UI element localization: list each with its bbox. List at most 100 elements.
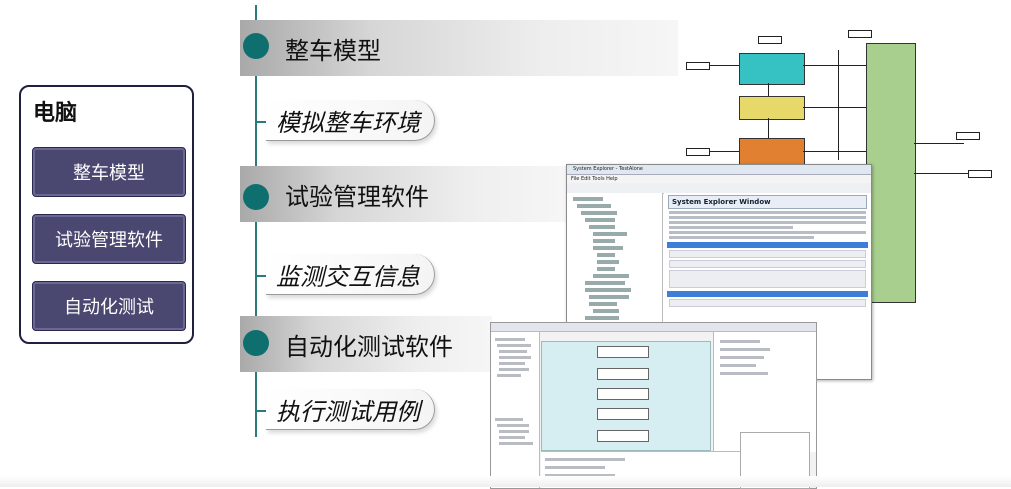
property-row	[720, 356, 764, 359]
tree-item[interactable]	[597, 267, 615, 271]
signal-tag	[758, 36, 782, 44]
signal-line	[803, 151, 866, 152]
signal-line	[768, 83, 769, 96]
signal-line	[708, 65, 739, 66]
text-line	[669, 231, 866, 234]
tree-item[interactable]	[593, 246, 623, 250]
stage-band-1: 整车模型	[240, 20, 678, 76]
output-line	[545, 458, 625, 461]
subtitle-connector-3	[256, 410, 266, 412]
sequence-block[interactable]	[597, 430, 649, 442]
stage-marker-2	[243, 184, 269, 210]
signal-line	[838, 50, 839, 160]
tree-item[interactable]	[581, 211, 617, 215]
stage-title-2: 试验管理软件	[285, 183, 429, 211]
signal-tag	[686, 62, 710, 70]
tree-item[interactable]	[497, 424, 529, 427]
stage-title-3: 自动化测试软件	[285, 333, 453, 361]
tree-item[interactable]	[499, 350, 527, 353]
form-field[interactable]	[669, 270, 866, 288]
subtitle-connector-1	[256, 121, 266, 123]
form-field[interactable]	[669, 250, 866, 258]
sequence-canvas[interactable]	[541, 341, 711, 451]
tree-item[interactable]	[499, 436, 525, 439]
property-row	[720, 364, 756, 367]
sequence-block[interactable]	[597, 388, 649, 400]
text-line	[669, 236, 814, 239]
window-title: System Explorer - TestAlone	[567, 165, 871, 175]
text-line	[669, 221, 866, 224]
signal-tag	[956, 132, 980, 140]
test-management-button[interactable]: 试验管理软件	[32, 214, 186, 264]
tree-item[interactable]	[593, 232, 627, 236]
stage-marker-3	[243, 330, 269, 356]
stage-subtitle-2: 监测交互信息	[266, 254, 435, 295]
tree-item[interactable]	[577, 204, 611, 208]
automated-test-button[interactable]: 自动化测试	[32, 281, 186, 331]
tree-item[interactable]	[589, 225, 615, 229]
tree-item[interactable]	[597, 253, 615, 257]
signal-line	[708, 151, 739, 152]
form-field[interactable]	[669, 299, 866, 307]
signal-tag	[968, 170, 992, 178]
computer-panel: 电脑 整车模型 试验管理软件 自动化测试	[19, 85, 194, 344]
form-field[interactable]	[669, 260, 866, 268]
signal-line	[803, 65, 866, 66]
sequence-block[interactable]	[597, 368, 649, 380]
sequence-block[interactable]	[597, 408, 649, 420]
stage-band-3: 自动化测试软件	[240, 316, 492, 372]
tree-item[interactable]	[585, 288, 631, 292]
property-row	[720, 340, 760, 343]
tree-item[interactable]	[573, 197, 603, 201]
stage-subtitle-3: 执行测试用例	[266, 389, 435, 430]
tree-item[interactable]	[585, 281, 625, 285]
tree-item[interactable]	[589, 295, 629, 299]
tree-item[interactable]	[499, 356, 531, 359]
subtitle-connector-2	[256, 275, 266, 277]
signal-line	[914, 173, 974, 174]
tree-item[interactable]	[495, 338, 525, 341]
stage-marker-1	[243, 33, 269, 59]
sequence-block[interactable]	[597, 346, 649, 358]
tree-item[interactable]	[593, 309, 619, 313]
vehicle-model-button[interactable]: 整车模型	[32, 147, 186, 197]
text-line	[669, 216, 866, 219]
text-line	[669, 211, 866, 214]
computer-title: 电脑	[33, 100, 78, 126]
signal-line	[914, 143, 964, 144]
tree-item[interactable]	[585, 218, 615, 222]
tree-item[interactable]	[499, 442, 533, 445]
explorer-heading: System Explorer Window	[668, 195, 867, 209]
tree-item[interactable]	[495, 418, 523, 421]
property-row	[720, 372, 768, 375]
section-header	[667, 291, 868, 297]
signal-line	[768, 118, 769, 138]
signal-tag	[848, 30, 872, 38]
property-row	[720, 348, 770, 351]
text-line	[669, 226, 794, 229]
model-block-yellow	[739, 96, 805, 120]
tree-item[interactable]	[597, 260, 619, 264]
output-line	[545, 466, 605, 469]
signal-line	[803, 107, 866, 108]
tree-item[interactable]	[499, 368, 529, 371]
model-block-cyan	[739, 53, 805, 85]
tree-item[interactable]	[593, 239, 615, 243]
tree-item[interactable]	[585, 316, 619, 320]
tree-item[interactable]	[499, 362, 525, 365]
tree-item[interactable]	[499, 430, 529, 433]
model-block-green	[866, 43, 916, 303]
tree-item[interactable]	[589, 302, 617, 306]
footer-strip	[0, 476, 1011, 487]
stage-title-1: 整车模型	[285, 37, 381, 65]
model-block-orange	[739, 138, 805, 166]
tree-item[interactable]	[593, 274, 629, 278]
signal-tag	[686, 148, 710, 156]
stage-subtitle-1: 模拟整车环境	[266, 100, 435, 141]
ide-project-panel[interactable]	[491, 332, 540, 488]
tree-item[interactable]	[497, 344, 531, 347]
menu-bar[interactable]: File Edit Tools Help	[567, 175, 871, 183]
tree-item[interactable]	[497, 374, 521, 377]
ide-toolbar[interactable]	[491, 323, 816, 332]
stage-band-2: 试验管理软件	[240, 166, 566, 222]
